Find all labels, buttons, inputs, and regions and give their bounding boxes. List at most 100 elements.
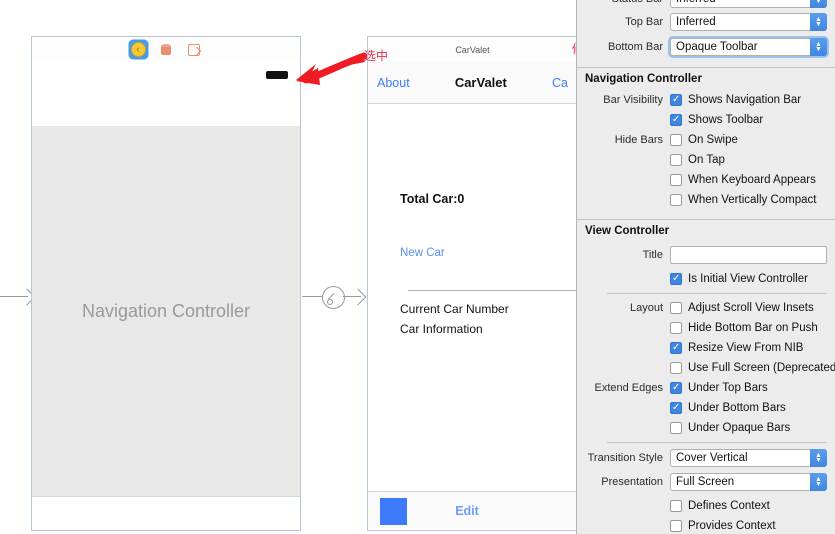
hide-bars-on-swipe-checkbox[interactable] xyxy=(670,134,682,146)
hide-bars-on-tap-label: On Tap xyxy=(688,154,725,166)
bar-visibility-label: Bar Visibility xyxy=(603,94,663,106)
hide-bars-on-swipe-label: On Swipe xyxy=(688,134,738,146)
car-information-label: Car Information xyxy=(400,322,483,336)
bottom-bar-popup[interactable]: Opaque Toolbar ▲ ▼ xyxy=(670,38,827,56)
presentation-popup[interactable]: Full Screen ▲ ▼ xyxy=(670,473,827,491)
shows-toolbar-checkbox[interactable] xyxy=(670,113,682,126)
navigation-controller-label: Navigation Controller xyxy=(81,301,251,321)
shows-navigation-bar-checkbox[interactable] xyxy=(670,93,682,106)
hide-bars-vertically-compact-checkbox[interactable] xyxy=(670,194,682,206)
is-initial-row[interactable]: Is Initial View Controller xyxy=(577,269,835,289)
segue-line-left xyxy=(302,296,322,298)
under-bottom-bars-checkbox[interactable] xyxy=(670,401,682,414)
shows-navigation-bar-label: Shows Navigation Bar xyxy=(688,94,802,106)
presentation-value: Full Screen xyxy=(676,476,735,488)
carvalet-content: Total Car:0 New Car Current Car Number C… xyxy=(368,104,576,492)
carvalet-scene-dock[interactable]: CarValet xyxy=(368,37,576,63)
provides-context-row[interactable]: Provides Context xyxy=(577,516,835,534)
opaque-toolbar-indicator xyxy=(266,71,288,79)
hide-bars-row-1[interactable]: On Tap xyxy=(577,150,835,170)
first-responder-icon[interactable] xyxy=(158,41,175,58)
resize-view-from-nib-label: Resize View From NIB xyxy=(688,342,804,354)
storyboard-canvas[interactable]: ‹ Navigation Controller CarValet About C… xyxy=(0,0,576,534)
hide-bars-on-tap-checkbox[interactable] xyxy=(670,154,682,166)
bar-visibility-row-0[interactable]: Bar Visibility Shows Navigation Bar xyxy=(577,90,835,110)
current-car-number-label: Current Car Number xyxy=(400,302,509,316)
adjust-scroll-view-insets-checkbox[interactable] xyxy=(670,302,682,314)
hide-bars-row-0[interactable]: Hide Bars On Swipe xyxy=(577,130,835,150)
navigation-controller-scene[interactable]: ‹ Navigation Controller xyxy=(31,36,301,531)
defines-context-checkbox[interactable] xyxy=(670,500,682,512)
bottom-bar-value: Opaque Toolbar xyxy=(676,41,758,53)
use-full-screen-label: Use Full Screen (Deprecated) xyxy=(688,362,835,374)
about-button[interactable]: About xyxy=(377,76,410,90)
hide-bars-keyboard-label: When Keyboard Appears xyxy=(688,174,816,186)
chevron-updown-icon[interactable]: ▲▼ xyxy=(810,38,827,56)
defines-context-row[interactable]: Defines Context xyxy=(577,496,835,516)
transition-style-popup[interactable]: Cover Vertical ▲ ▼ xyxy=(670,449,827,467)
scene-dock[interactable]: ‹ xyxy=(32,37,300,63)
extend-edges-row-1[interactable]: Under Bottom Bars xyxy=(577,398,835,418)
under-opaque-bars-checkbox[interactable] xyxy=(670,422,682,434)
relationship-segue-icon[interactable] xyxy=(322,286,345,309)
is-initial-view-controller-label: Is Initial View Controller xyxy=(688,273,808,285)
under-bottom-bars-label: Under Bottom Bars xyxy=(688,402,786,414)
bottom-bar-label: Bottom Bar xyxy=(607,41,663,53)
provides-context-label: Provides Context xyxy=(688,520,776,532)
use-full-screen-checkbox[interactable] xyxy=(670,362,682,374)
inspector-divider-2 xyxy=(607,442,827,443)
presentation-row[interactable]: Presentation Full Screen ▲ ▼ xyxy=(577,471,835,493)
carvalet-navigation-bar[interactable]: About CarValet Ca xyxy=(368,62,576,104)
presentation-label: Presentation xyxy=(601,476,663,488)
top-bar-row[interactable]: Top Bar Inferred ▲ ▼ xyxy=(577,11,835,33)
bar-visibility-row-1[interactable]: Shows Toolbar xyxy=(577,110,835,130)
extend-edges-row-2[interactable]: Under Opaque Bars xyxy=(577,418,835,438)
inspector-divider xyxy=(607,293,827,294)
layout-row-3[interactable]: Use Full Screen (Deprecated) xyxy=(577,358,835,378)
resize-view-from-nib-checkbox[interactable] xyxy=(670,341,682,354)
under-opaque-bars-label: Under Opaque Bars xyxy=(688,422,791,434)
title-input[interactable] xyxy=(670,246,827,264)
content-divider xyxy=(408,290,576,291)
carvalet-toolbar[interactable]: Edit xyxy=(368,491,576,530)
is-initial-view-controller-checkbox[interactable] xyxy=(670,272,682,285)
view-controller-section-header: View Controller xyxy=(577,219,835,242)
under-top-bars-label: Under Top Bars xyxy=(688,382,768,394)
status-bar-value: Inferred xyxy=(676,0,716,5)
chevron-updown-icon[interactable]: ▲▼ xyxy=(810,13,827,31)
color-swatch[interactable] xyxy=(380,497,407,525)
carvalet-navbar-right-button[interactable]: Ca xyxy=(552,76,568,90)
hide-bottom-bar-on-push-checkbox[interactable] xyxy=(670,322,682,334)
provides-context-checkbox[interactable] xyxy=(670,520,682,532)
transition-style-row[interactable]: Transition Style Cover Vertical ▲ ▼ xyxy=(577,447,835,469)
status-bar-row[interactable]: Status Bar Inferred ▲▼ xyxy=(577,0,835,8)
under-top-bars-checkbox[interactable] xyxy=(670,381,682,394)
chevron-updown-icon[interactable]: ▲▼ xyxy=(810,473,827,491)
navigation-controller-icon[interactable]: ‹ xyxy=(129,41,147,58)
top-bar-value: Inferred xyxy=(676,16,716,28)
annotation-arrow-left xyxy=(296,52,367,85)
chevron-updown-icon[interactable]: ▲▼ xyxy=(810,0,827,8)
chevron-updown-icon[interactable]: ▲▼ xyxy=(810,449,827,467)
hide-bars-row-2[interactable]: When Keyboard Appears xyxy=(577,170,835,190)
carvalet-scene[interactable]: CarValet About CarValet Ca Total Car:0 N… xyxy=(367,36,576,531)
hide-bars-keyboard-checkbox[interactable] xyxy=(670,174,682,186)
nav-scene-bar-area xyxy=(32,62,300,127)
bottom-bar-row[interactable]: Bottom Bar Opaque Toolbar ▲ ▼ xyxy=(577,36,835,58)
title-label: Title xyxy=(642,249,663,261)
transition-style-value: Cover Vertical xyxy=(676,452,748,464)
new-car-button[interactable]: New Car xyxy=(400,247,445,259)
exit-icon[interactable] xyxy=(186,41,203,58)
layout-row-0[interactable]: Layout Adjust Scroll View Insets xyxy=(577,298,835,318)
attributes-inspector-panel[interactable]: Status Bar Inferred ▲▼ Top Bar Inferred … xyxy=(576,0,835,534)
status-bar-popup[interactable]: Inferred ▲▼ xyxy=(670,0,827,8)
extend-edges-row-0[interactable]: Extend Edges Under Top Bars xyxy=(577,378,835,398)
title-row[interactable]: Title xyxy=(577,244,835,266)
edit-button[interactable]: Edit xyxy=(407,504,527,518)
adjust-scroll-view-insets-label: Adjust Scroll View Insets xyxy=(688,302,814,314)
layout-row-1[interactable]: Hide Bottom Bar on Push xyxy=(577,318,835,338)
hide-bars-row-3[interactable]: When Vertically Compact xyxy=(577,190,835,210)
top-bar-popup[interactable]: Inferred ▲ ▼ xyxy=(670,13,827,31)
hide-bottom-bar-on-push-label: Hide Bottom Bar on Push xyxy=(688,322,818,334)
layout-row-2[interactable]: Resize View From NIB xyxy=(577,338,835,358)
